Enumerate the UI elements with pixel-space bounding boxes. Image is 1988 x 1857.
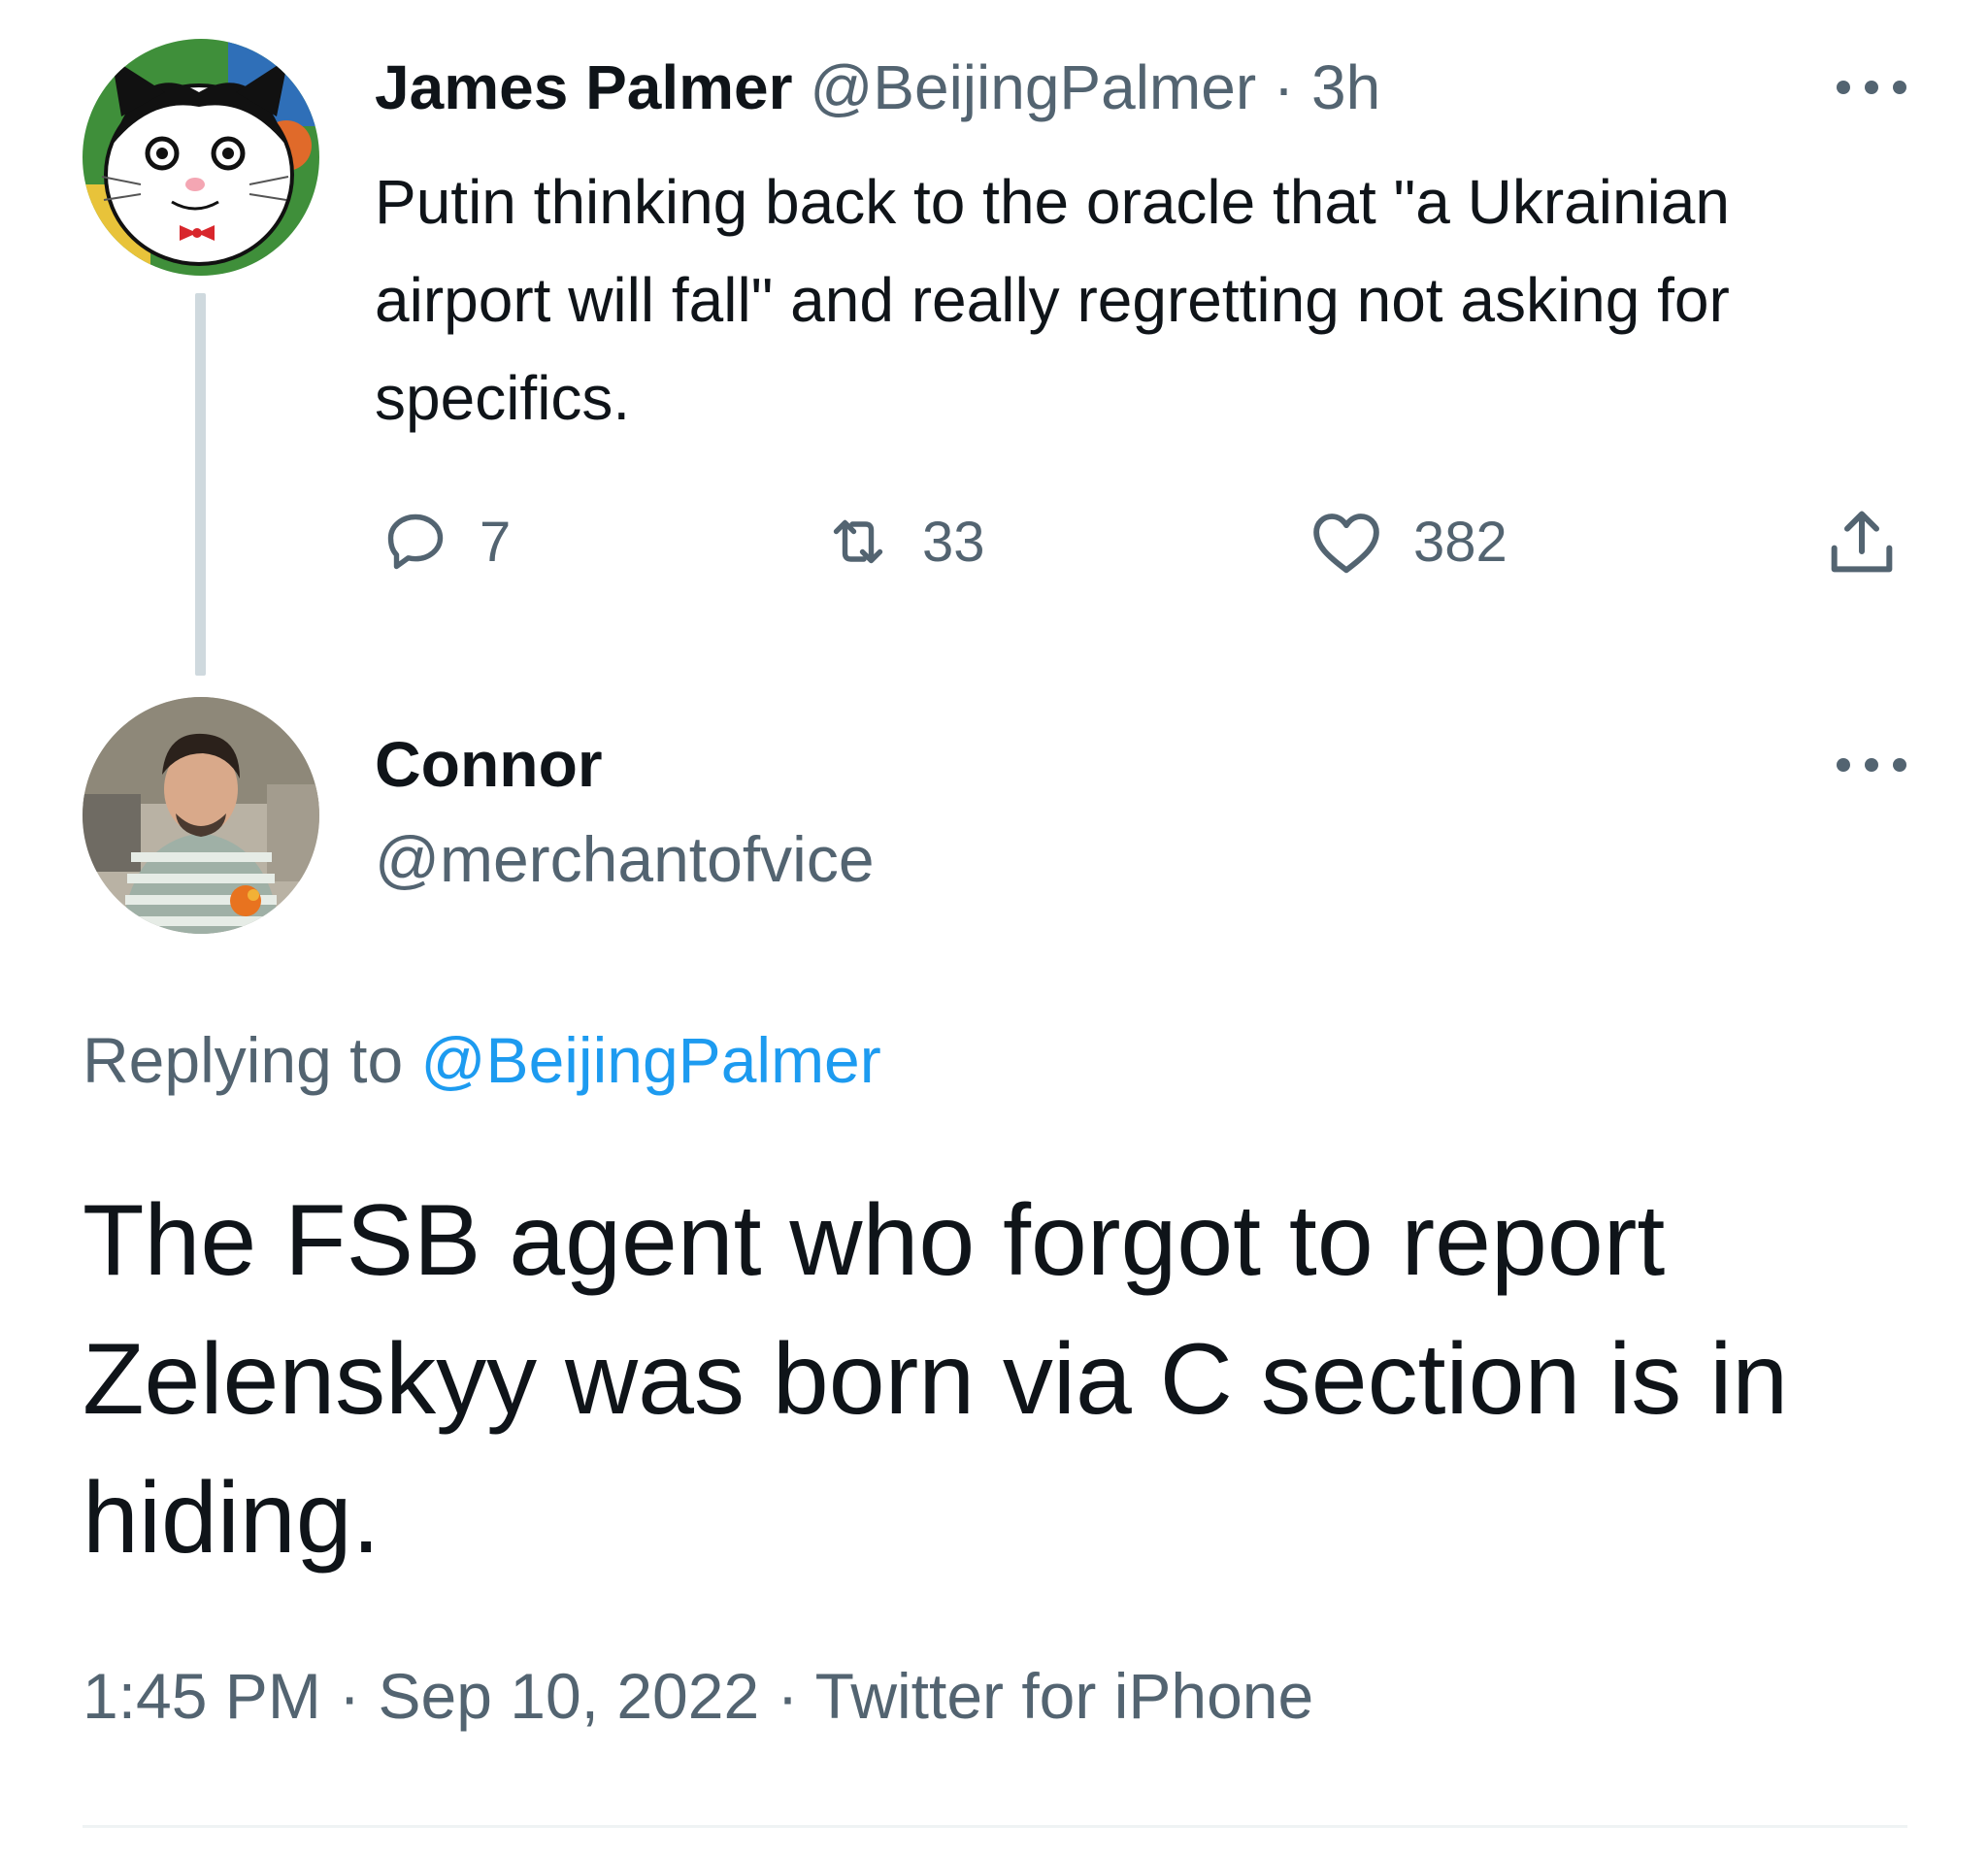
retweet-count: 33 [922,510,985,574]
reply-count: 7 [480,510,512,574]
tweet-meta-line: 1:45 PM · Sep 10, 2022 · Twitter for iPh… [83,1655,1313,1737]
cartoon-cat-avatar [83,39,319,276]
heart-icon [1313,514,1379,574]
like-count: 382 [1413,510,1508,574]
divider [83,1825,1907,1828]
tweet-source: Twitter for iPhone [814,1660,1314,1732]
like-button[interactable]: 382 [1309,507,1508,577]
author-handle[interactable]: @BeijingPalmer [810,52,1256,122]
avatar-connor[interactable] [83,697,319,934]
parent-tweet-header: James Palmer @BeijingPalmer · 3h [375,47,1380,128]
share-icon [1831,511,1893,573]
separator-dot: · [1273,52,1295,122]
reply-author-handle[interactable]: @merchantofvice [375,818,875,900]
thread-connector-line [195,293,206,676]
more-icon[interactable] [1837,68,1906,107]
meta-separator: · [339,1660,361,1732]
share-button[interactable] [1823,507,1901,577]
tweet-time[interactable]: 1:45 PM [83,1660,321,1732]
parent-tweet-text: Putin thinking back to the oracle that "… [375,167,1730,433]
person-photo-avatar [83,697,319,934]
replying-to-mention[interactable]: @BeijingPalmer [421,1024,881,1096]
more-icon[interactable] [1837,746,1906,784]
reply-button[interactable]: 7 [381,507,511,577]
retweet-button[interactable]: 33 [823,507,985,577]
tweet-timestamp[interactable]: 3h [1311,52,1380,122]
retweet-icon [833,519,883,564]
meta-separator: · [777,1660,799,1732]
reply-author-name[interactable]: Connor [375,723,603,805]
replying-to-label: Replying to [83,1024,404,1096]
tweet-date[interactable]: Sep 10, 2022 [378,1660,759,1732]
author-name[interactable]: James Palmer [375,52,793,122]
replying-to-line: Replying to @BeijingPalmer [83,1019,881,1101]
avatar-james-palmer[interactable] [83,39,319,276]
reply-icon [387,514,444,570]
reply-tweet-text: The FSB agent who forgot to report Zelen… [83,1184,1789,1575]
